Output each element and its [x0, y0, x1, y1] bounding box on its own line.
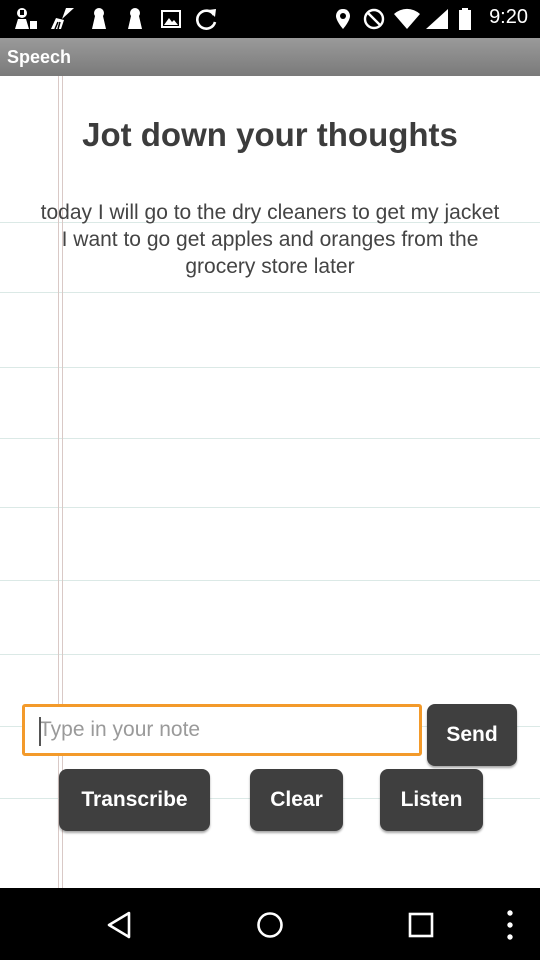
keyhole-icon	[128, 8, 142, 29]
paper-rule-line	[0, 438, 540, 439]
back-icon[interactable]	[105, 910, 135, 940]
keyhole-icon	[92, 8, 106, 29]
refresh-icon	[196, 9, 217, 30]
notebook-canvas: Jot down your thoughts today I will go t…	[0, 76, 540, 888]
send-button[interactable]: Send	[427, 704, 517, 766]
page-title: Jot down your thoughts	[82, 116, 458, 153]
note-line: I want to go get apples and oranges from…	[61, 228, 479, 251]
paper-rule-line	[0, 292, 540, 293]
wifi-icon	[394, 8, 420, 29]
listen-button[interactable]: Listen	[380, 769, 483, 831]
note-line: grocery store later	[185, 255, 355, 278]
notification-icon	[15, 8, 37, 29]
location-icon	[336, 9, 350, 29]
overflow-menu-icon[interactable]	[500, 908, 520, 942]
clock-time: 9:20	[489, 6, 528, 28]
note-input[interactable]	[22, 704, 422, 756]
signal-icon	[426, 9, 448, 29]
text-cursor	[39, 717, 41, 746]
broom-icon	[51, 8, 74, 30]
app-bar: Speech	[0, 38, 540, 76]
do-not-disturb-icon	[363, 8, 385, 30]
paper-rule-line	[0, 507, 540, 508]
paper-rule-line	[0, 654, 540, 655]
paper-margin-line	[62, 76, 63, 888]
paper-margin-line	[58, 76, 59, 888]
recents-icon[interactable]	[406, 910, 436, 940]
home-icon[interactable]	[255, 910, 285, 940]
paper-rule-line	[0, 580, 540, 581]
app-title: Speech	[7, 47, 72, 67]
paper-rule-line	[0, 367, 540, 368]
status-bar: 9:20	[0, 0, 540, 38]
transcribe-button[interactable]: Transcribe	[59, 769, 210, 831]
image-icon	[161, 10, 181, 28]
transcribed-note: today I will go to the dry cleaners to g…	[8, 199, 532, 280]
clear-button[interactable]: Clear	[250, 769, 343, 831]
note-line: today I will go to the dry cleaners to g…	[40, 201, 500, 224]
battery-icon	[459, 8, 471, 30]
navigation-bar	[0, 888, 540, 960]
